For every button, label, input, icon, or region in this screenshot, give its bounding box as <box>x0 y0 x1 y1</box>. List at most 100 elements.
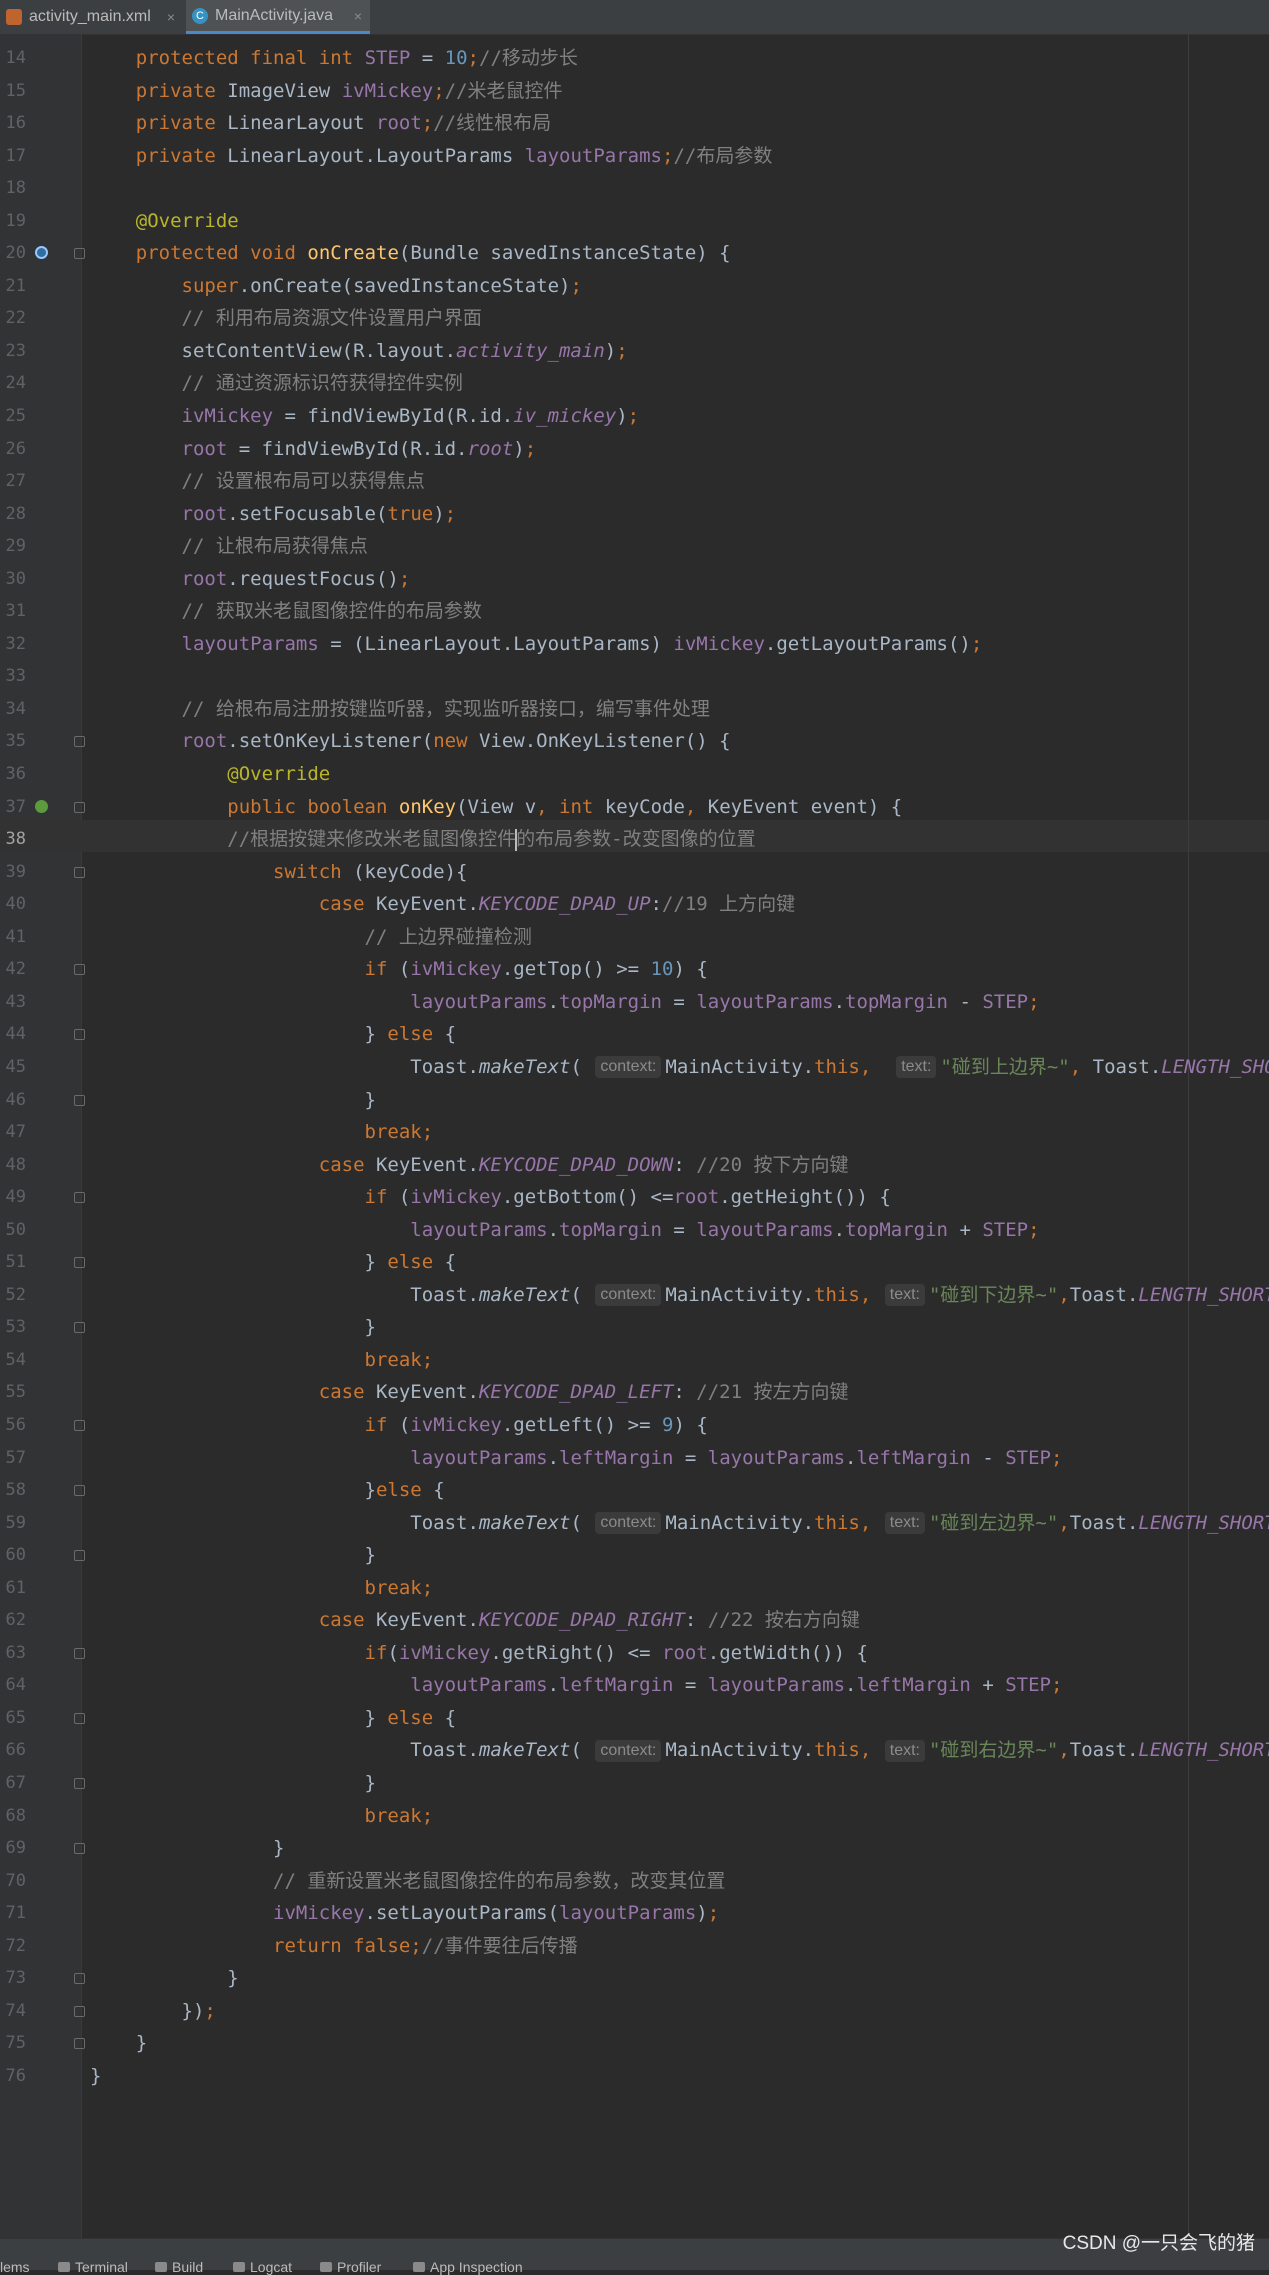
code-line[interactable]: 51 } else { <box>0 1246 1269 1279</box>
code-line[interactable]: 76} <box>0 2060 1269 2093</box>
code-line[interactable]: 48 case KeyEvent.KEYCODE_DPAD_DOWN: //20… <box>0 1149 1269 1182</box>
code-line[interactable]: 58 }else { <box>0 1474 1269 1507</box>
code-line[interactable]: 34 // 给根布局注册按键监听器，实现监听器接口，编写事件处理 <box>0 693 1269 726</box>
code-line[interactable]: 61 break; <box>0 1572 1269 1605</box>
fold-toggle-icon[interactable] <box>74 1192 85 1204</box>
tool-profiler[interactable]: Profiler <box>320 2259 381 2275</box>
override-method-icon[interactable] <box>35 246 48 260</box>
fold-toggle-icon[interactable] <box>74 1712 85 1724</box>
code-line[interactable]: 59 Toast.makeText( context: MainActivity.… <box>0 1507 1269 1540</box>
code-line[interactable]: 64 layoutParams.leftMargin = layoutParam… <box>0 1669 1269 1702</box>
code-line[interactable]: 41 // 上边界碰撞检测 <box>0 921 1269 954</box>
tool-problems[interactable]: lems <box>0 2259 30 2275</box>
code-line[interactable]: 18 <box>0 172 1269 205</box>
code-line[interactable]: 52 Toast.makeText( context: MainActivity.… <box>0 1279 1269 1312</box>
code-line[interactable]: 42 if (ivMickey.getTop() >= 10) { <box>0 953 1269 986</box>
code-line[interactable]: 53 } <box>0 1311 1269 1344</box>
code-line[interactable]: 17 private LinearLayout.LayoutParams lay… <box>0 140 1269 173</box>
code-line[interactable]: 54 break; <box>0 1344 1269 1377</box>
tool-build[interactable]: Build <box>155 2259 203 2275</box>
fold-toggle-icon[interactable] <box>74 866 85 878</box>
code-line[interactable]: 50 layoutParams.topMargin = layoutParams… <box>0 1214 1269 1247</box>
fold-toggle-icon[interactable] <box>74 801 85 813</box>
code-line[interactable]: 44 } else { <box>0 1018 1269 1051</box>
line-number: 46 <box>5 1089 26 1110</box>
code-line[interactable]: 19 @Override <box>0 205 1269 238</box>
code-line[interactable]: 69 } <box>0 1832 1269 1865</box>
code-line[interactable]: 38 //根据按键来修改米老鼠图像控件的布局参数-改变图像的位置 <box>0 823 1269 856</box>
code-line[interactable]: 45 Toast.makeText( context: MainActivity.… <box>0 1051 1269 1084</box>
code-line[interactable]: 31 // 获取米老鼠图像控件的布局参数 <box>0 595 1269 628</box>
code-line[interactable]: 22 // 利用布局资源文件设置用户界面 <box>0 302 1269 335</box>
fold-toggle-icon[interactable] <box>74 1029 85 1041</box>
fold-toggle-icon[interactable] <box>74 1550 85 1562</box>
fold-toggle-icon[interactable] <box>74 1094 85 1106</box>
tool-terminal[interactable]: Terminal <box>58 2259 128 2275</box>
fold-toggle-icon[interactable] <box>74 736 85 748</box>
code-line[interactable]: 49 if (ivMickey.getBottom() <=root.getHe… <box>0 1181 1269 1214</box>
code-line[interactable]: 57 layoutParams.leftMargin = layoutParam… <box>0 1442 1269 1475</box>
code-line[interactable]: 75 } <box>0 2027 1269 2060</box>
tool-logcat[interactable]: Logcat <box>233 2259 292 2275</box>
code-line[interactable]: 67 } <box>0 1767 1269 1800</box>
code-line[interactable]: 35 root.setOnKeyListener(new View.OnKeyL… <box>0 725 1269 758</box>
fold-toggle-icon[interactable] <box>74 1257 85 1269</box>
fold-toggle-icon[interactable] <box>74 964 85 976</box>
fold-toggle-icon[interactable] <box>74 2005 85 2017</box>
code-line[interactable]: 27 // 设置根布局可以获得焦点 <box>0 465 1269 498</box>
code-line[interactable]: 25 ivMickey = findViewById(R.id.iv_micke… <box>0 400 1269 433</box>
close-icon[interactable]: × <box>167 9 175 25</box>
code-line[interactable]: 23 setContentView(R.layout.activity_main… <box>0 335 1269 368</box>
code-line[interactable]: 66 Toast.makeText( context: MainActivity.… <box>0 1734 1269 1767</box>
code-line[interactable]: 36 @Override <box>0 758 1269 791</box>
code-line[interactable]: 40 case KeyEvent.KEYCODE_DPAD_UP://19 上方… <box>0 888 1269 921</box>
fold-toggle-icon[interactable] <box>74 248 85 260</box>
fold-toggle-icon[interactable] <box>74 1647 85 1659</box>
fold-toggle-icon[interactable] <box>74 1843 85 1855</box>
tab-activity-main-xml[interactable]: activity_main.xml × <box>0 0 183 34</box>
code-line[interactable]: 70 // 重新设置米老鼠图像控件的布局参数，改变其位置 <box>0 1865 1269 1898</box>
code-line[interactable]: 39 switch (keyCode){ <box>0 856 1269 889</box>
code-line[interactable]: 65 } else { <box>0 1702 1269 1735</box>
code-line[interactable]: 28 root.setFocusable(true); <box>0 498 1269 531</box>
code-text: }else { <box>90 1479 445 1502</box>
code-editor[interactable]: 14 protected final int STEP = 10;//移动步长 1… <box>0 42 1269 2092</box>
code-line[interactable]: 32 layoutParams = (LinearLayout.LayoutPa… <box>0 628 1269 661</box>
code-line[interactable]: 56 if (ivMickey.getLeft() >= 9) { <box>0 1409 1269 1442</box>
fold-toggle-icon[interactable] <box>74 1777 85 1789</box>
code-line[interactable]: 62 case KeyEvent.KEYCODE_DPAD_RIGHT: //2… <box>0 1604 1269 1637</box>
fold-toggle-icon[interactable] <box>74 1485 85 1497</box>
code-line[interactable]: 33 <box>0 660 1269 693</box>
fold-toggle-icon[interactable] <box>74 1973 85 1985</box>
code-line[interactable]: 68 break; <box>0 1800 1269 1833</box>
code-line[interactable]: 37 public boolean onKey(View v, int keyC… <box>0 791 1269 824</box>
code-line[interactable]: 21 super.onCreate(savedInstanceState); <box>0 270 1269 303</box>
code-line[interactable]: 71 ivMickey.setLayoutParams(layoutParams… <box>0 1897 1269 1930</box>
code-line[interactable]: 24 // 通过资源标识符获得控件实例 <box>0 367 1269 400</box>
code-line[interactable]: 55 case KeyEvent.KEYCODE_DPAD_LEFT: //21… <box>0 1376 1269 1409</box>
code-line[interactable]: 26 root = findViewById(R.id.root); <box>0 433 1269 466</box>
code-line[interactable]: 74 }); <box>0 1995 1269 2028</box>
code-line[interactable]: 30 root.requestFocus(); <box>0 563 1269 596</box>
tool-app-inspection[interactable]: App Inspection <box>413 2259 523 2275</box>
line-number: 33 <box>5 666 26 687</box>
code-line[interactable]: 15 private ImageView ivMickey;//米老鼠控件 <box>0 75 1269 108</box>
code-line[interactable]: 20 protected void onCreate(Bundle savedI… <box>0 237 1269 270</box>
implement-method-icon[interactable] <box>35 799 48 813</box>
fold-toggle-icon[interactable] <box>74 1419 85 1431</box>
code-line[interactable]: 43 layoutParams.topMargin = layoutParams… <box>0 986 1269 1019</box>
fold-toggle-icon[interactable] <box>74 1322 85 1334</box>
code-line[interactable]: 73 } <box>0 1962 1269 1995</box>
code-line[interactable]: 47 break; <box>0 1116 1269 1149</box>
code-line[interactable]: 14 protected final int STEP = 10;//移动步长 <box>0 42 1269 75</box>
fold-toggle-icon[interactable] <box>74 2038 85 2050</box>
code-line[interactable]: 72 return false;//事件要往后传播 <box>0 1930 1269 1963</box>
code-line[interactable]: 63 if(ivMickey.getRight() <= root.getWid… <box>0 1637 1269 1670</box>
close-icon[interactable]: × <box>354 8 362 24</box>
code-line[interactable]: 60 } <box>0 1539 1269 1572</box>
code-line[interactable]: 16 private LinearLayout root;//线性根布局 <box>0 107 1269 140</box>
code-line[interactable]: 29 // 让根布局获得焦点 <box>0 530 1269 563</box>
tab-main-activity-java[interactable]: C MainActivity.java × <box>186 0 370 34</box>
tool-label: lems <box>0 2259 30 2275</box>
code-line[interactable]: 46 } <box>0 1084 1269 1117</box>
